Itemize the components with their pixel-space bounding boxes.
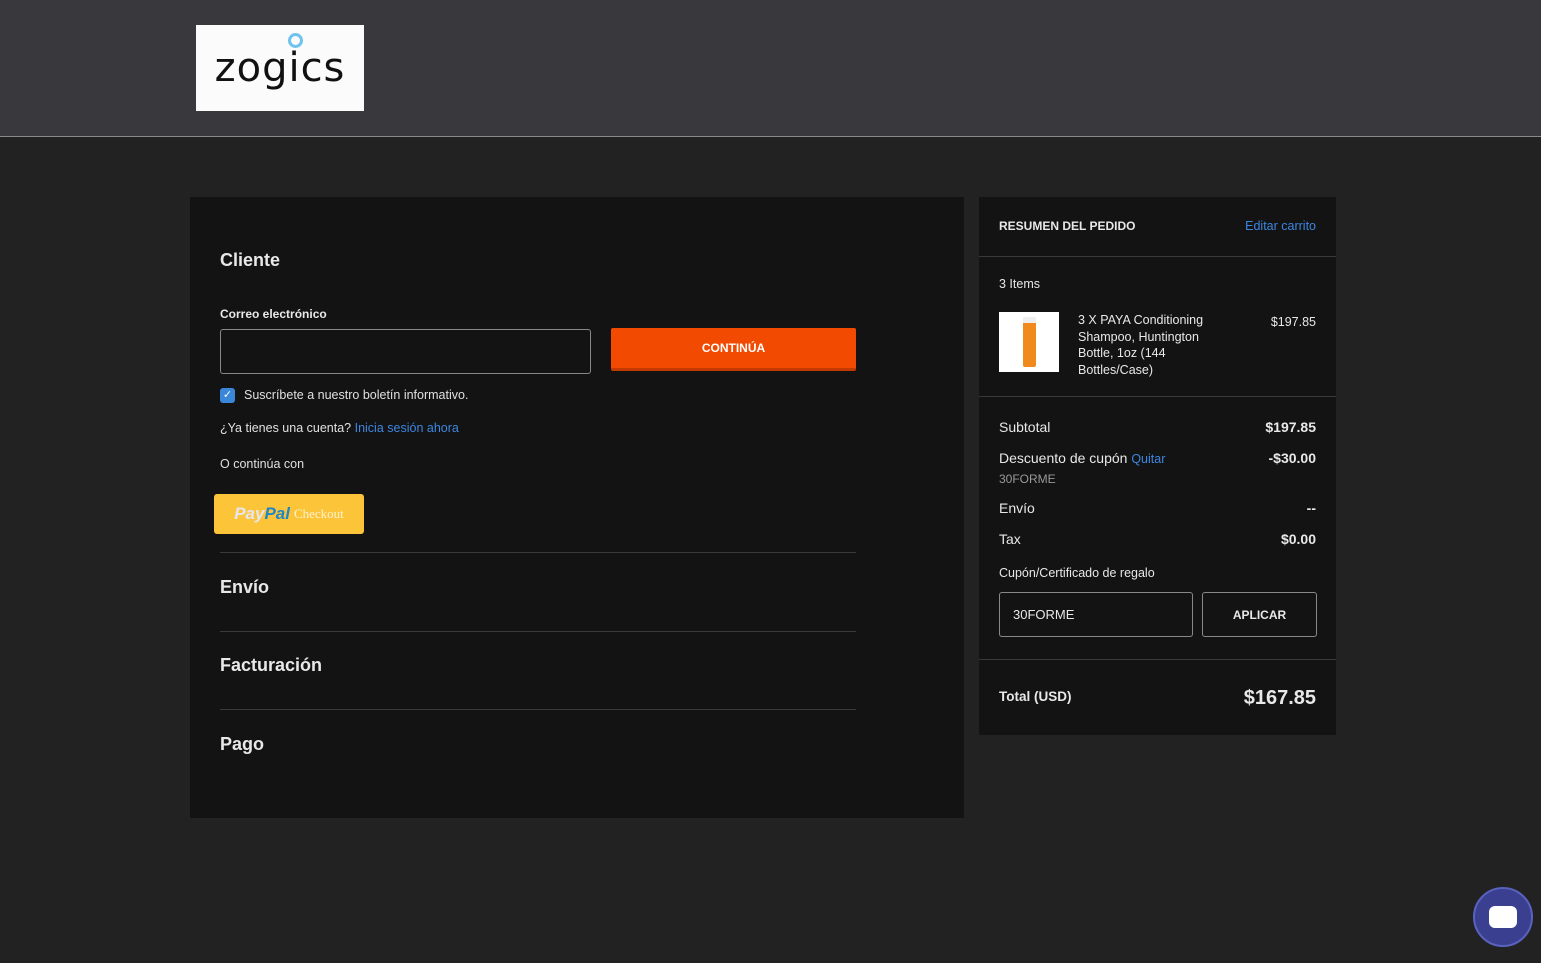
total-value: $167.85 [1243,687,1316,709]
product-image [999,312,1059,372]
divider [220,552,856,553]
paypal-checkout-button[interactable]: Pay Pal Checkout [214,494,364,534]
account-prompt: ¿Ya tienes una cuenta? Inicia sesión aho… [220,421,459,435]
total-label: Total (USD) [999,689,1072,704]
payment-heading[interactable]: Pago [220,734,264,755]
paypal-pay: Pay [234,504,265,523]
discount-value: -$30.00 [1268,450,1316,466]
items-count: 3 Items [999,277,1040,291]
paypal-checkout: Checkout [293,506,344,521]
summary-title: RESUMEN DEL PEDIDO [999,219,1136,233]
coupon-code: 30FORME [999,472,1056,486]
coupon-input[interactable]: 30FORME [999,592,1193,637]
divider [979,396,1336,397]
bottle-icon [1022,317,1036,367]
billing-heading[interactable]: Facturación [220,655,322,676]
signin-link[interactable]: Inicia sesión ahora [355,421,459,435]
chat-button[interactable] [1473,887,1533,947]
discount-label: Descuento de cupón [999,450,1128,466]
zogics-logo[interactable]: zogics [196,25,364,111]
newsletter-label: Suscríbete a nuestro boletín informativo… [244,388,469,402]
shipping-value: -- [1306,500,1316,516]
chat-bubble-icon [1489,906,1517,928]
subtotal-value: $197.85 [1265,419,1316,435]
tax-label: Tax [999,531,1021,547]
apply-coupon-button[interactable]: APLICAR [1202,592,1317,637]
divider [979,659,1336,660]
divider [220,631,856,632]
item-name: 3 X PAYA Conditioning Shampoo, Huntingto… [1078,313,1204,377]
header: zogics [0,0,1541,137]
newsletter-checkbox[interactable]: ✓ [220,388,235,403]
divider [220,709,856,710]
remove-coupon-link[interactable]: Quitar [1131,452,1165,466]
customer-heading: Cliente [220,250,281,270]
email-input[interactable] [220,329,591,374]
shipping-label: Envío [999,500,1035,516]
logo-dot-icon [288,33,303,48]
edit-cart-link[interactable]: Editar carrito [1245,219,1316,233]
checkout-main: Cliente Correo electrónico CONTINÚA ✓ Su… [190,197,964,818]
divider [979,256,1336,257]
tax-value: $0.00 [1280,531,1316,547]
order-summary: RESUMEN DEL PEDIDO Editar carrito 3 Item… [979,197,1336,735]
account-prompt-text: ¿Ya tienes una cuenta? [220,421,352,435]
email-label: Correo electrónico [220,307,327,321]
shipping-heading[interactable]: Envío [220,577,269,598]
logo-text: zogics [214,45,346,91]
discount-row: Descuento de cupón Quitar [999,450,1165,466]
paypal-pal: Pal [264,504,290,523]
continue-button[interactable]: CONTINÚA [611,328,856,371]
item-price: $197.85 [1270,315,1316,329]
subtotal-label: Subtotal [999,419,1051,435]
or-continue-text: O continúa con [220,457,305,471]
coupon-field-label: Cupón/Certificado de regalo [999,566,1155,580]
